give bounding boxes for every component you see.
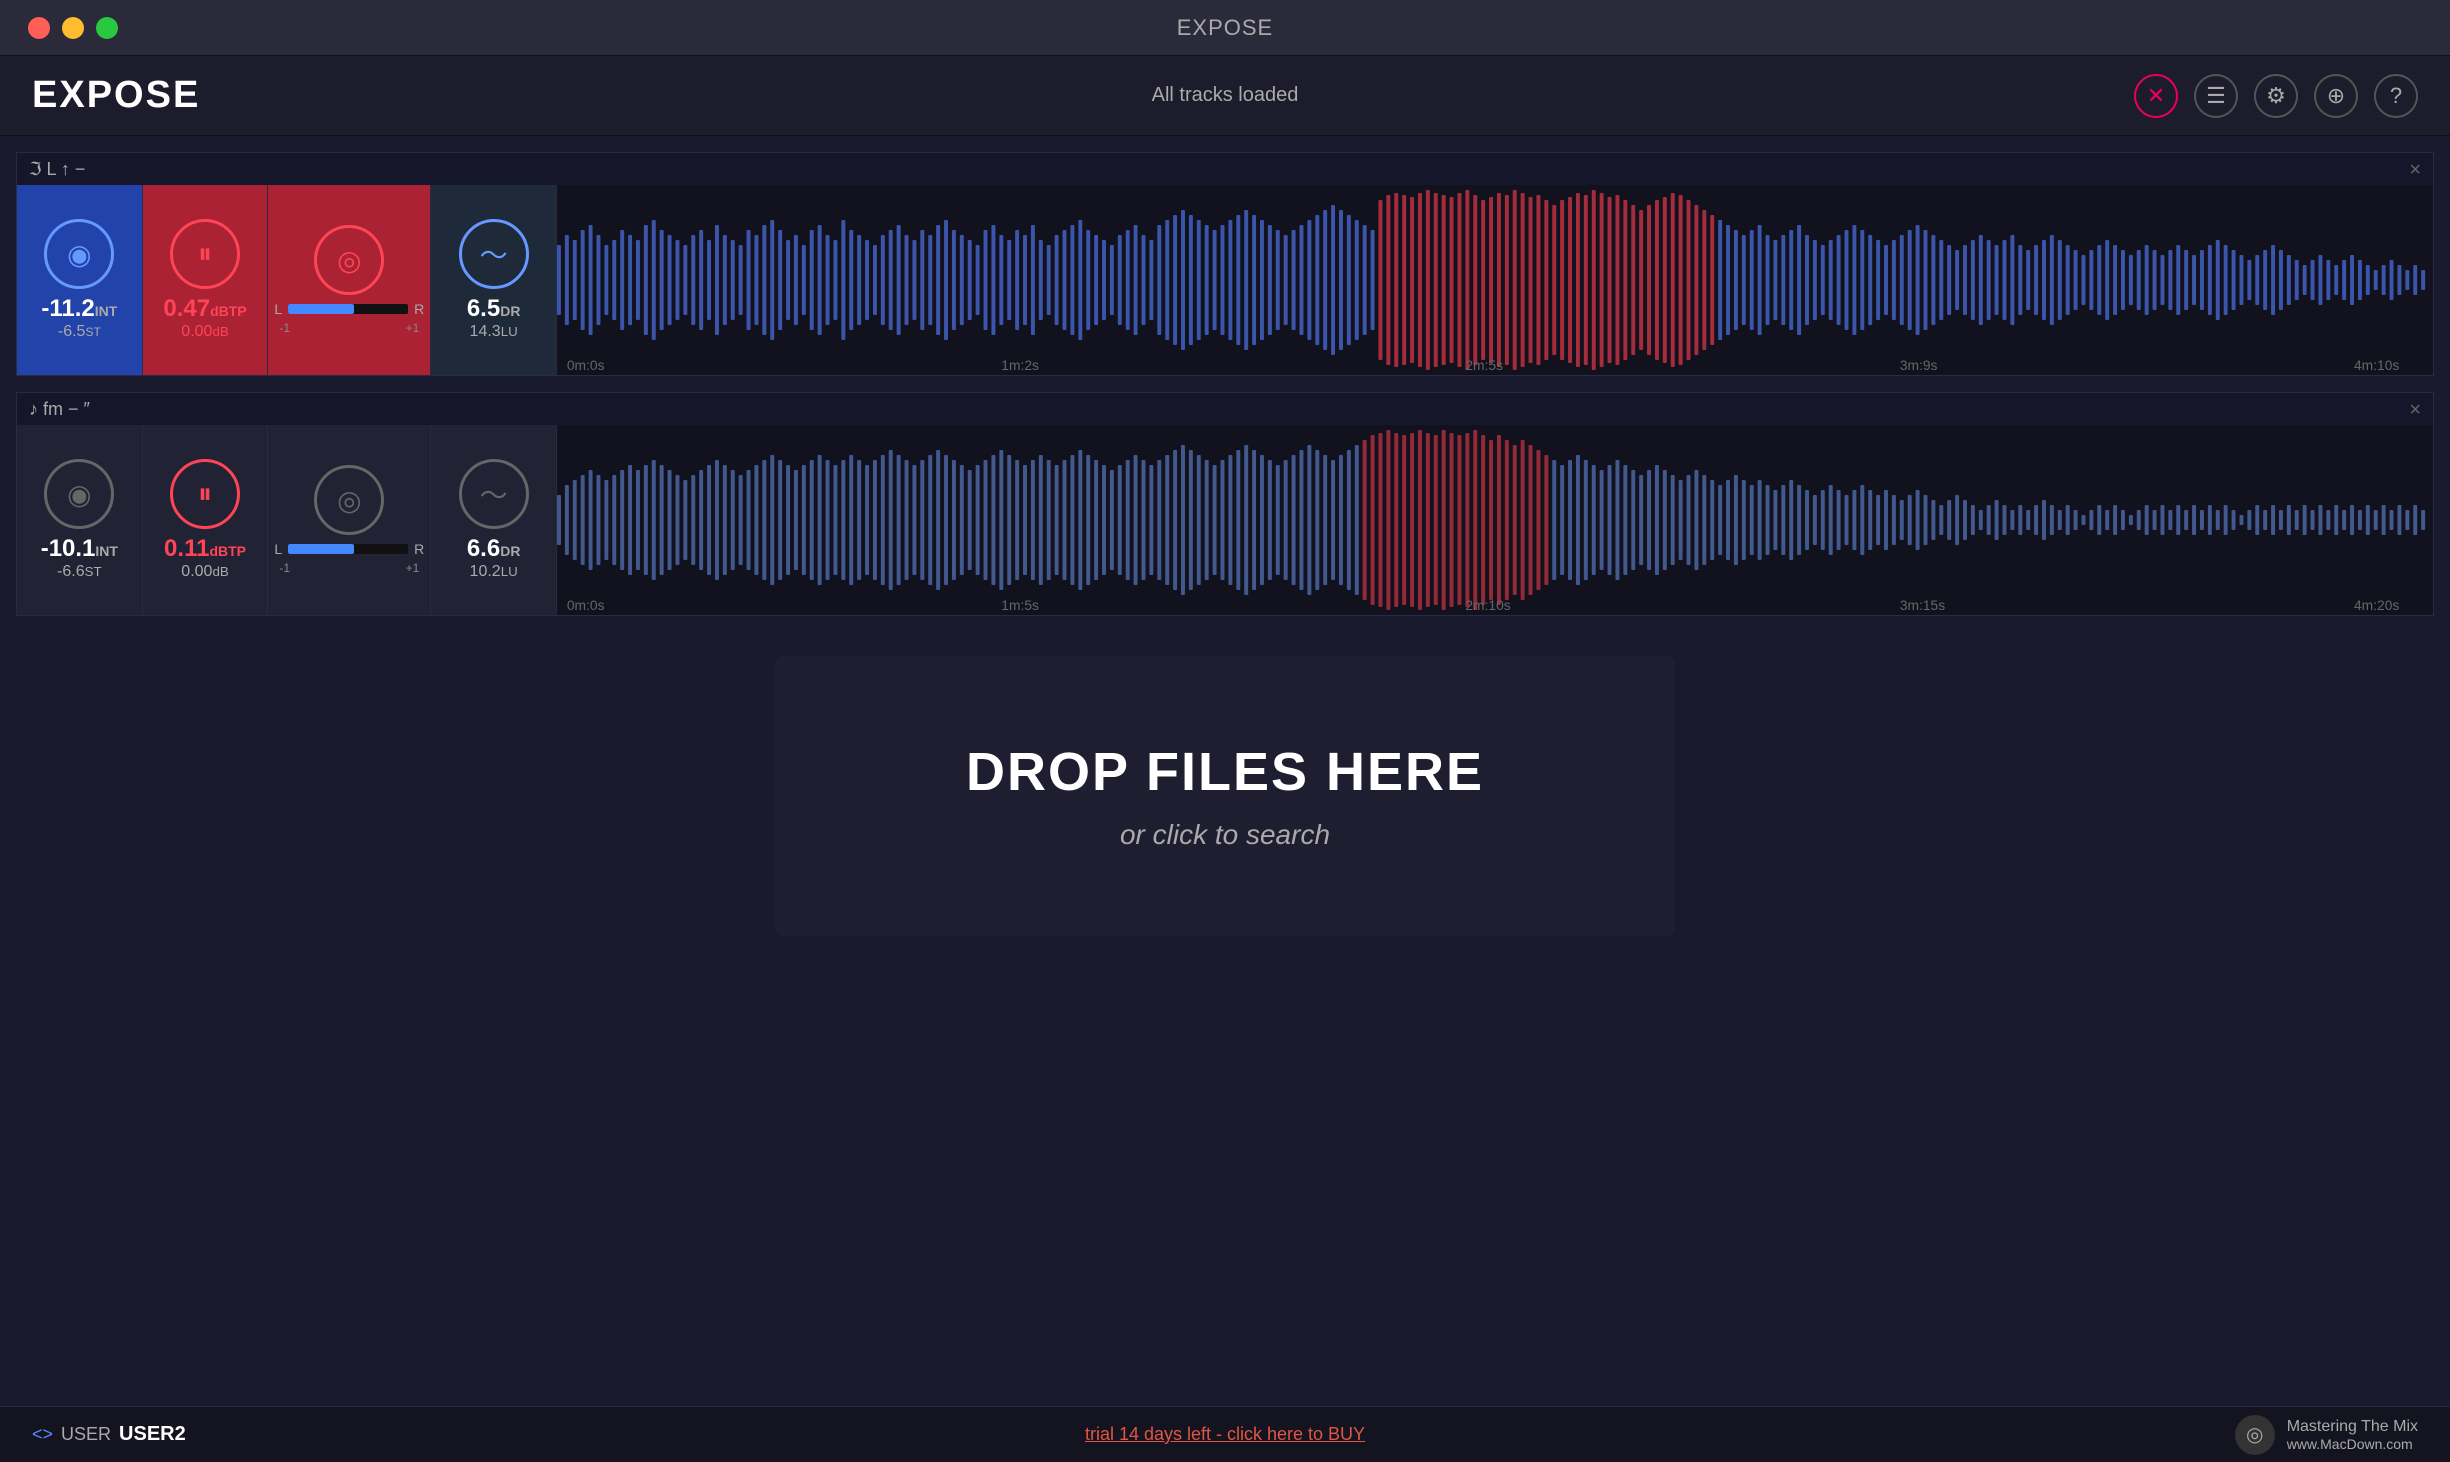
track1-loudness-sub: -6.5ST [58,323,101,341]
trial-link[interactable]: trial 14 days left - click here to BUY [1085,1424,1365,1445]
track2-tp-sub: 0.00dB [181,563,228,581]
track1-loudness-value: -11.2INT [41,295,117,323]
track2-dr-sub: 10.2LU [470,563,518,581]
track2-stereo-left-bar [288,544,408,554]
svg-text:1m:2s: 1m:2s [1001,357,1039,373]
header-icons: ✕ ☰ ⚙ ⊕ ? [2134,74,2418,118]
svg-text:4m:10s: 4m:10s [2354,357,2399,373]
content-area: ℑ L ↑ − × ◉ -11.2INT -6.5ST ⏸ [0,136,2450,1406]
stereo-left-bar [288,304,408,314]
track2-stereo-box[interactable]: ◎ L R -1 +1 [268,425,431,615]
help-icon-btn[interactable]: ? [2374,74,2418,118]
track1-dr-box[interactable]: 〜 6.5DR 14.3LU [431,185,557,375]
track2-close[interactable]: × [2409,399,2421,422]
title-bar: EXPOSE [0,0,2450,56]
svg-text:2m:5s: 2m:5s [1465,357,1503,373]
track1-body: ◉ -11.2INT -6.5ST ⏸ 0.47dBTP 0.00dB [17,185,2433,375]
svg-text:2m:10s: 2m:10s [1465,597,1510,613]
brand-logo: ◎ [2235,1415,2275,1455]
list-icon-btn[interactable]: ☰ [2194,74,2238,118]
track1-label: ℑ L ↑ − [29,159,85,180]
app-title: EXPOSE [32,74,200,117]
track1-loudness-box[interactable]: ◉ -11.2INT -6.5ST [17,185,143,375]
track2-stereo-numbers: -1 +1 [279,561,419,575]
svg-text:0m:0s: 0m:0s [567,597,605,613]
svg-text:3m:15s: 3m:15s [1900,597,1945,613]
brand-name: Mastering The Mix [2287,1418,2418,1436]
drop-zone-subtitle: or click to search [1120,819,1330,851]
track1-stereo-meter: L R -1 +1 [274,301,424,335]
track1-tp-value: 0.47dBTP [163,295,246,323]
dr-icon: 〜 [459,219,529,289]
stereo-left-label: L [274,301,282,317]
track1-header: ℑ L ↑ − × [17,153,2433,185]
main-header: EXPOSE All tracks loaded ✕ ☰ ⚙ ⊕ ? [0,56,2450,136]
footer-user-info: <> USER USER2 [32,1423,186,1446]
track2-header: ♪ fm − ″ × [17,393,2433,425]
track2-tp-box[interactable]: ⏸ 0.11dBTP 0.00dB [143,425,269,615]
window-title: EXPOSE [1177,15,1273,41]
maximize-button[interactable] [96,17,118,39]
track2-waveform[interactable]: 0m:0s 1m:5s 2m:10s 3m:15s 4m:20s [557,425,2433,615]
tp-icon: ⏸ [170,219,240,289]
user-prefix: USER [61,1424,111,1445]
filter-icon-btn[interactable]: ⊕ [2314,74,2358,118]
svg-text:4m:20s: 4m:20s [2354,597,2399,613]
header-status: All tracks loaded [1152,84,1299,107]
track1-tp-sub: 0.00dB [181,323,228,341]
svg-text:3m:9s: 3m:9s [1900,357,1938,373]
window-controls [28,17,118,39]
track-row-1: ℑ L ↑ − × ◉ -11.2INT -6.5ST ⏸ [16,152,2434,376]
track2-tp-value: 0.11dBTP [164,535,246,563]
track2-stereo-left: L [274,541,282,557]
track1-waveform[interactable]: 0m:0s 1m:2s 2m:5s 3m:9s 4m:10s [557,185,2433,375]
track2-loudness-value: -10.1INT [41,535,118,563]
drop-zone[interactable]: DROP FILES HERE or click to search [775,656,1675,936]
track2-stereo-right: R [414,541,424,557]
track2-loudness-sub: -6.6ST [57,563,102,581]
track2-dr-value: 6.6DR [467,535,521,563]
track1-stereo-box[interactable]: ◎ L R -1 +1 [268,185,431,375]
close-button[interactable] [28,17,50,39]
minimize-button[interactable] [62,17,84,39]
track2-dr-box[interactable]: 〜 6.6DR 10.2LU [431,425,557,615]
track2-tp-icon: ⏸ [170,459,240,529]
stereo-right-label: R [414,301,424,317]
track2-metrics: ◉ -10.1INT -6.6ST ⏸ 0.11dBTP 0.00dB [17,425,557,615]
stereo-icon: ◎ [314,225,384,295]
drop-zone-title: DROP FILES HERE [966,741,1484,803]
brand-info: Mastering The Mix www.MacDown.com [2287,1418,2418,1452]
svg-text:1m:5s: 1m:5s [1001,597,1039,613]
track2-dr-icon: 〜 [459,459,529,529]
track1-tp-box[interactable]: ⏸ 0.47dBTP 0.00dB [143,185,269,375]
track-row-2: ♪ fm − ″ × ◉ -10.1INT -6.6ST ⏸ [16,392,2434,616]
brand-url: www.MacDown.com [2287,1436,2418,1452]
loudness-icon: ◉ [44,219,114,289]
track2-stereo-icon: ◎ [314,465,384,535]
track2-stereo-meter: L R -1 +1 [274,541,424,575]
track2-label: ♪ fm − ″ [29,399,90,420]
track1-dr-sub: 14.3LU [470,323,518,341]
user-name: USER2 [119,1423,186,1446]
svg-text:0m:0s: 0m:0s [567,357,605,373]
track1-dr-value: 6.5DR [467,295,521,323]
track2-loudness-box[interactable]: ◉ -10.1INT -6.6ST [17,425,143,615]
close-icon-btn[interactable]: ✕ [2134,74,2178,118]
track1-close[interactable]: × [2409,159,2421,182]
footer: <> USER USER2 trial 14 days left - click… [0,1406,2450,1462]
user-chevron-icon: <> [32,1424,53,1445]
track2-loudness-icon: ◉ [44,459,114,529]
track1-metrics: ◉ -11.2INT -6.5ST ⏸ 0.47dBTP 0.00dB [17,185,557,375]
footer-brand: ◎ Mastering The Mix www.MacDown.com [2235,1415,2418,1455]
stereo-numbers: -1 +1 [279,321,419,335]
track2-body: ◉ -10.1INT -6.6ST ⏸ 0.11dBTP 0.00dB [17,425,2433,615]
gear-icon-btn[interactable]: ⚙ [2254,74,2298,118]
